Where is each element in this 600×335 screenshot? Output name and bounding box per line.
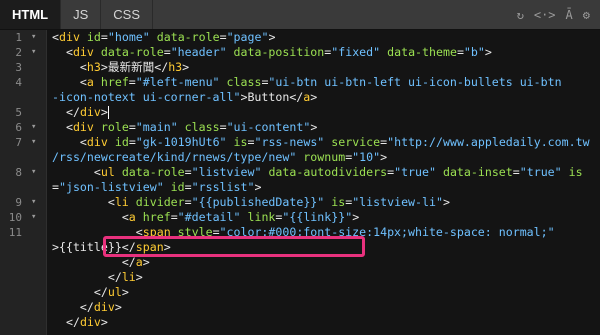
code-text: <a href="#detail" link="{{link}}">: [121, 210, 360, 224]
code-line[interactable]: 6 ▾ <div role="main" class="ui-content">: [0, 120, 600, 135]
line-number: 4: [15, 76, 22, 89]
code-text: /rss/newcreate/kind/rnews/type/new" rown…: [52, 150, 388, 164]
code-line[interactable]: 8 ▾ <ul data-role="listview" data-autodi…: [0, 165, 600, 180]
line-number: 11: [8, 226, 22, 239]
line-number: 10: [8, 211, 22, 224]
code-text: <li divider="{{publishedDate}}" is="list…: [107, 195, 450, 209]
code-line[interactable]: </ul>: [0, 285, 600, 300]
line-number: 6: [15, 121, 22, 134]
tab-html[interactable]: HTML: [0, 0, 62, 29]
code-text: <a href="#left-menu" class="ui-btn ui-bt…: [79, 75, 562, 89]
line-number: 3: [15, 61, 22, 74]
code-line[interactable]: 10 ▾ <a href="#detail" link="{{link}}">: [0, 210, 600, 225]
code-line[interactable]: </li>: [0, 270, 600, 285]
code-line[interactable]: 5 </div>: [0, 105, 600, 120]
fold-arrow-icon[interactable]: ▾: [31, 195, 36, 210]
editor-toolbar: ↻ <·> Ā ⚙: [517, 0, 600, 29]
code-text: <div id="gk-1019hUt6" is="rss-news" serv…: [79, 135, 590, 149]
line-number: 8: [15, 166, 22, 179]
code-line[interactable]: </div>: [0, 300, 600, 315]
text-cursor: [107, 106, 109, 119]
fold-arrow-icon[interactable]: ▾: [31, 165, 36, 180]
tab-js[interactable]: JS: [61, 0, 102, 29]
code-line-wrap[interactable]: ="json-listview" id="rsslist">: [0, 180, 600, 195]
code-line[interactable]: 1 ▾ <div id="home" data-role="page">: [0, 30, 600, 45]
line-number: 9: [15, 196, 22, 209]
code-text: -icon-notext ui-corner-all">Button</a>: [52, 90, 318, 104]
fold-arrow-icon[interactable]: ▾: [31, 135, 36, 150]
code-text: ="json-listview" id="rsslist">: [52, 180, 262, 194]
code-text: </li>: [107, 270, 143, 284]
code-text: </div>: [79, 300, 122, 314]
code-line[interactable]: </a>: [0, 255, 600, 270]
code-line[interactable]: 9 ▾ <li divider="{{publishedDate}}" is="…: [0, 195, 600, 210]
code-text: </div>: [65, 315, 108, 329]
font-size-icon[interactable]: Ā: [566, 8, 573, 22]
line-number: 7: [15, 136, 22, 149]
code-line[interactable]: </div>: [0, 315, 600, 330]
fold-arrow-icon[interactable]: ▾: [31, 30, 36, 45]
code-text: <div role="main" class="ui-content">: [65, 120, 318, 134]
tab-css[interactable]: CSS: [101, 0, 154, 29]
code-line[interactable]: 2 ▾ <div data-role="header" data-positio…: [0, 45, 600, 60]
line-number: 5: [15, 106, 22, 119]
fold-arrow-icon[interactable]: ▾: [31, 120, 36, 135]
settings-icon[interactable]: ⚙: [583, 8, 590, 22]
line-number: 2: [15, 46, 22, 59]
code-icon[interactable]: <·>: [534, 8, 556, 22]
code-text: </a>: [121, 255, 150, 269]
code-line[interactable]: 4 <a href="#left-menu" class="ui-btn ui-…: [0, 75, 600, 90]
code-line[interactable]: 7 ▾ <div id="gk-1019hUt6" is="rss-news" …: [0, 135, 600, 150]
fold-arrow-icon[interactable]: ▾: [31, 45, 36, 60]
code-text: </ul>: [93, 285, 129, 299]
code-text: <ul data-role="listview" data-autodivide…: [93, 165, 583, 179]
code-text: </div>: [65, 105, 109, 119]
code-line[interactable]: 3 <h3>最新新聞</h3>: [0, 60, 600, 75]
code-line-wrap[interactable]: /rss/newcreate/kind/rnews/type/new" rown…: [0, 150, 600, 165]
line-number: 1: [15, 31, 22, 44]
code-line-wrap[interactable]: -icon-notext ui-corner-all">Button</a>: [0, 90, 600, 105]
code-editor[interactable]: 1 ▾ <div id="home" data-role="page"> 2 ▾…: [0, 30, 600, 335]
fold-arrow-icon[interactable]: ▾: [31, 210, 36, 225]
code-text: <div id="home" data-role="page">: [52, 30, 276, 44]
code-text: <h3>最新新聞</h3>: [79, 60, 190, 74]
refresh-icon[interactable]: ↻: [517, 8, 524, 22]
editor-tab-bar: HTML JS CSS ↻ <·> Ā ⚙: [0, 0, 600, 30]
highlight-annotation-box: [103, 236, 365, 257]
code-text: <div data-role="header" data-position="f…: [65, 45, 492, 59]
